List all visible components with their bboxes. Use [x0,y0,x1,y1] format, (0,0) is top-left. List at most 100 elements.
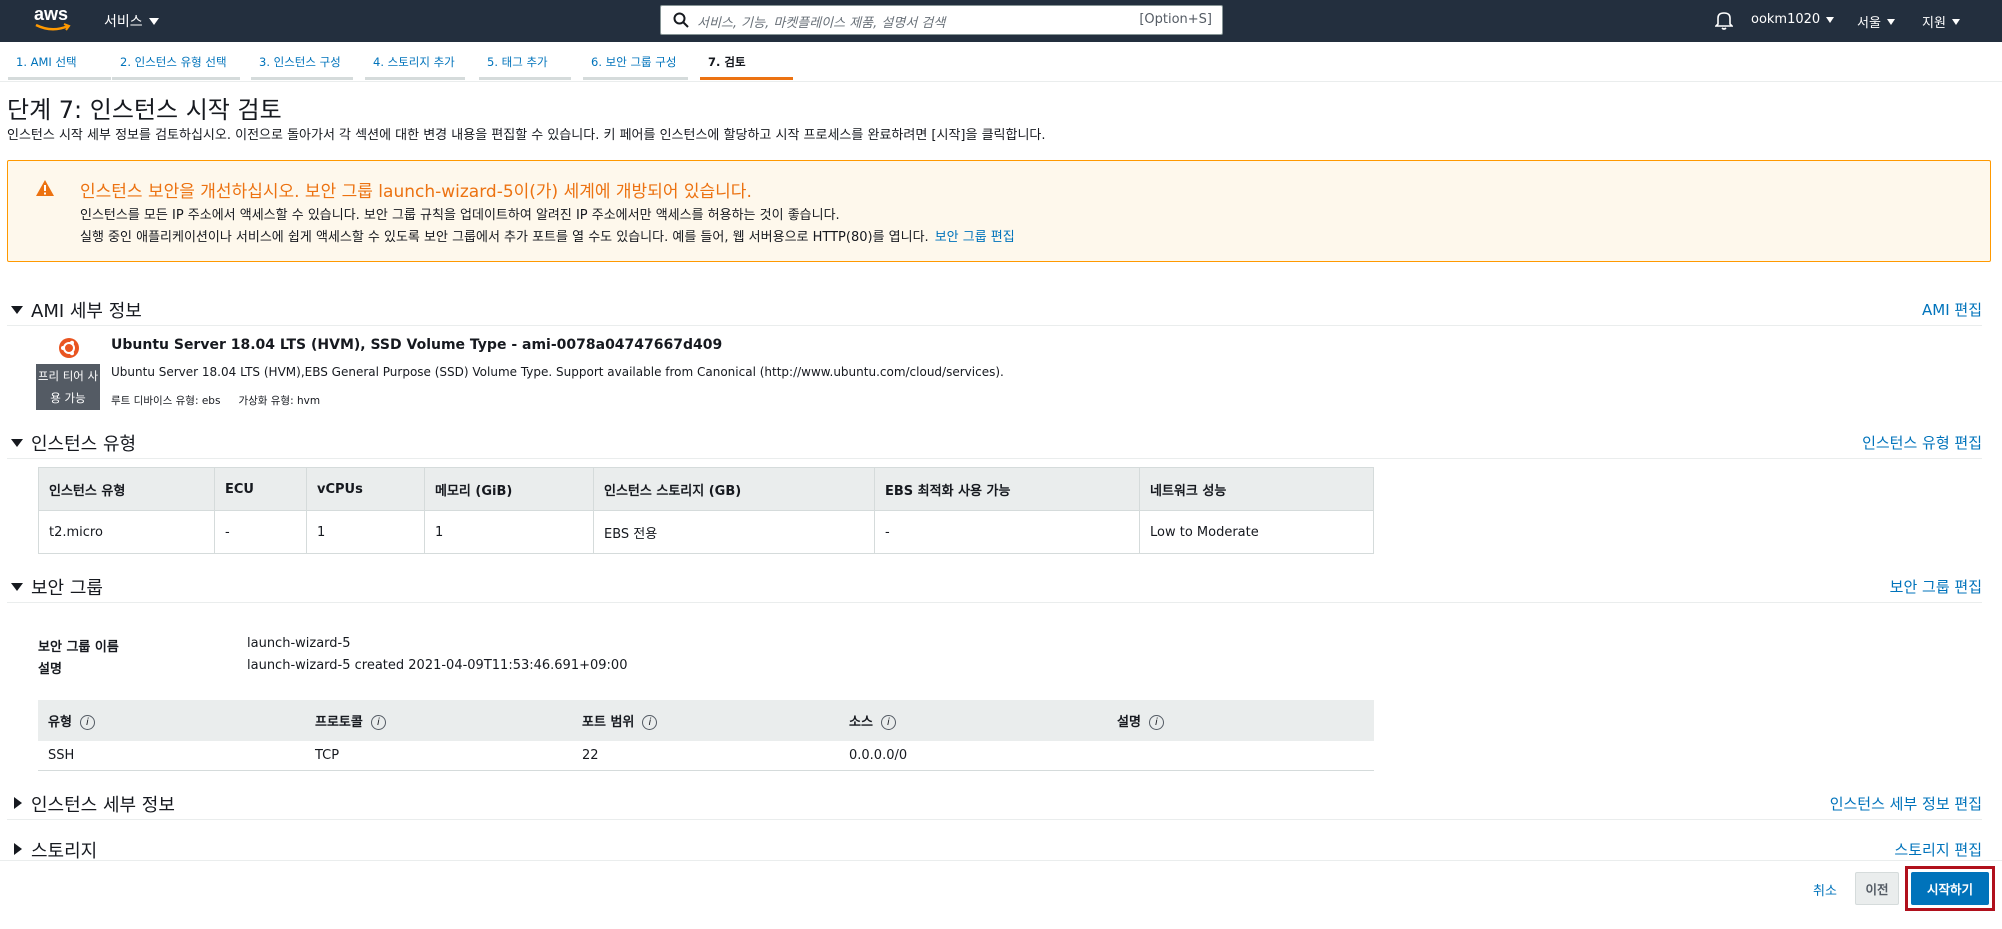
expand-caret-icon[interactable] [14,797,22,809]
instance-details-section-header[interactable]: 인스턴스 세부 정보 인스턴스 세부 정보 편집 [7,790,1982,820]
search-placeholder: 서비스, 기능, 마켓플레이스 제품, 설명서 검색 [697,16,946,31]
expand-caret-icon[interactable] [14,843,22,855]
free-tier-badge: 프리 티어 사용 가능 [36,364,100,410]
column-header-label: 설명 [1117,715,1141,730]
chevron-down-icon [1826,16,1835,23]
virtualization-type: 가상화 유형: hvm [238,395,321,407]
table-cell: 1 [424,510,594,554]
column-header: 포트 범위 i [572,700,839,741]
account-menu[interactable]: ookm1020 [1751,12,1835,27]
edit-instance-type-link[interactable]: 인스턴스 유형 편집 [1862,432,1982,453]
edit-storage-link[interactable]: 스토리지 편집 [1894,839,1982,860]
region-menu[interactable]: 서울 [1857,12,1895,31]
notification-bell-icon[interactable] [1715,10,1733,30]
chevron-down-icon [1886,18,1895,25]
column-header: 유형 i [38,700,305,741]
launch-button[interactable]: 시작하기 [1911,872,1989,905]
table-header-row: 인스턴스 유형 ECU vCPUs 메모리 (GiB) 인스턴스 스토리지 (G… [38,467,1374,511]
page-description: 인스턴스 시작 세부 정보를 검토하십시오. 이전으로 돌아가서 각 섹션에 대… [7,128,1046,143]
previous-button[interactable]: 이전 [1855,872,1899,905]
table-cell: EBS 전용 [593,510,875,554]
ami-meta: 루트 디바이스 유형: ebs 가상화 유형: hvm [111,393,320,408]
collapse-caret-icon[interactable] [11,583,23,591]
storage-section-header[interactable]: 스토리지 스토리지 편집 [7,836,1982,866]
chevron-down-icon [148,17,159,25]
table-cell: 1 [306,510,425,554]
support-menu[interactable]: 지원 [1922,12,1960,31]
step-review[interactable]: 7. 검토 [700,54,793,80]
column-header: ECU [214,467,307,511]
security-group-section-header[interactable]: 보안 그룹 보안 그룹 편집 [7,573,1982,603]
page-title: 단계 7: 인스턴스 시작 검토 [7,96,282,124]
warning-text-line2-body: 실행 중인 애플리케이션이나 서비스에 쉽게 액세스할 수 있도록 보안 그룹에… [80,230,929,245]
column-header: 네트워크 성능 [1139,467,1374,511]
column-header: 인스턴스 유형 [38,467,215,511]
collapse-caret-icon[interactable] [11,439,23,447]
instance-details-section-title: 인스턴스 세부 정보 [31,795,175,816]
edit-security-group-link[interactable]: 보안 그룹 편집 [935,230,1015,245]
wizard-steps: 1. AMI 선택 2. 인스턴스 유형 선택 3. 인스턴스 구성 4. 스토… [0,42,2002,82]
instance-type-section-header[interactable]: 인스턴스 유형 인스턴스 유형 편집 [7,429,1982,459]
table-cell: t2.micro [38,510,215,554]
table-header-row: 유형 i 프로토콜 i 포트 범위 i 소스 i 설명 i [38,700,1374,741]
column-header: 메모리 (GiB) [424,467,594,511]
warning-text-line2: 실행 중인 애플리케이션이나 서비스에 쉽게 액세스할 수 있도록 보안 그룹에… [80,226,1015,245]
services-menu[interactable]: 서비스 [104,11,159,31]
warning-icon [36,180,54,196]
collapse-caret-icon[interactable] [11,306,23,314]
security-group-description-label: 설명 [38,662,62,677]
aws-logo-text: aws [34,4,69,24]
step-choose-instance-type[interactable]: 2. 인스턴스 유형 선택 [112,54,240,80]
info-icon[interactable]: i [642,715,658,730]
table-cell: - [874,510,1140,554]
region-name: 서울 [1857,16,1881,31]
edit-security-group-link[interactable]: 보안 그룹 편집 [1890,576,1982,597]
column-header: 인스턴스 스토리지 (GB) [593,467,875,511]
search-shortcut: [Option+S] [1139,12,1212,27]
column-header: 소스 i [839,700,1107,741]
info-icon[interactable]: i [370,715,386,730]
warning-text-line1: 인스턴스를 모든 IP 주소에서 액세스할 수 있습니다. 보안 그룹 규칙을 … [80,208,840,223]
column-header-label: 포트 범위 [582,715,635,730]
table-cell: Low to Moderate [1139,510,1374,554]
ami-name: Ubuntu Server 18.04 LTS (HVM), SSD Volum… [111,337,723,353]
aws-smile-icon [35,23,71,31]
launch-button-highlight: 시작하기 [1905,866,1995,911]
warning-title: 인스턴스 보안을 개선하십시오. 보안 그룹 launch-wizard-5이(… [80,182,752,202]
instance-type-section-title: 인스턴스 유형 [31,434,137,455]
security-group-section-title: 보안 그룹 [31,578,103,599]
column-header: EBS 최적화 사용 가능 [874,467,1140,511]
top-navigation-bar: aws 서비스 서비스, 기능, 마켓플레이스 제품, 설명서 검색 [Opti… [0,0,2002,42]
cancel-button[interactable]: 취소 [1813,880,1837,899]
step-add-tags[interactable]: 5. 태그 추가 [479,54,571,80]
step-configure-instance[interactable]: 3. 인스턴스 구성 [251,54,353,80]
search-bar[interactable]: 서비스, 기능, 마켓플레이스 제품, 설명서 검색 [Option+S] [660,5,1223,35]
column-header-label: 소스 [849,715,873,730]
table-row: t2.micro - 1 1 EBS 전용 - Low to Moderate [38,510,1374,554]
ubuntu-logo-icon [59,338,79,358]
info-icon[interactable]: i [880,715,896,730]
info-icon[interactable]: i [1148,715,1164,730]
aws-logo[interactable]: aws [34,5,72,35]
step-add-storage[interactable]: 4. 스토리지 추가 [365,54,465,80]
ami-details-section-header[interactable]: AMI 세부 정보 AMI 편집 [7,296,1982,326]
step-choose-ami[interactable]: 1. AMI 선택 [8,54,111,80]
security-group-description-value: launch-wizard-5 created 2021-04-09T11:53… [247,658,628,673]
column-header-label: 유형 [48,715,72,730]
edit-instance-details-link[interactable]: 인스턴스 세부 정보 편집 [1830,793,1982,814]
column-header: vCPUs [306,467,425,511]
step-configure-security-group[interactable]: 6. 보안 그룹 구성 [583,54,688,80]
table-cell: 0.0.0.0/0 [839,741,1107,771]
ami-section-title: AMI 세부 정보 [31,301,142,322]
account-name: ookm1020 [1751,12,1821,27]
support-label: 지원 [1922,16,1946,31]
instance-type-table: 인스턴스 유형 ECU vCPUs 메모리 (GiB) 인스턴스 스토리지 (G… [38,467,1374,554]
table-cell: 22 [572,741,839,771]
footer-divider [0,860,2002,861]
column-header: 설명 i [1107,700,1374,741]
security-group-name-label: 보안 그룹 이름 [38,640,119,655]
table-row: SSH TCP 22 0.0.0.0/0 [38,741,1374,771]
info-icon[interactable]: i [79,715,95,730]
security-group-name-value: launch-wizard-5 [247,636,351,651]
edit-ami-link[interactable]: AMI 편집 [1922,299,1982,320]
